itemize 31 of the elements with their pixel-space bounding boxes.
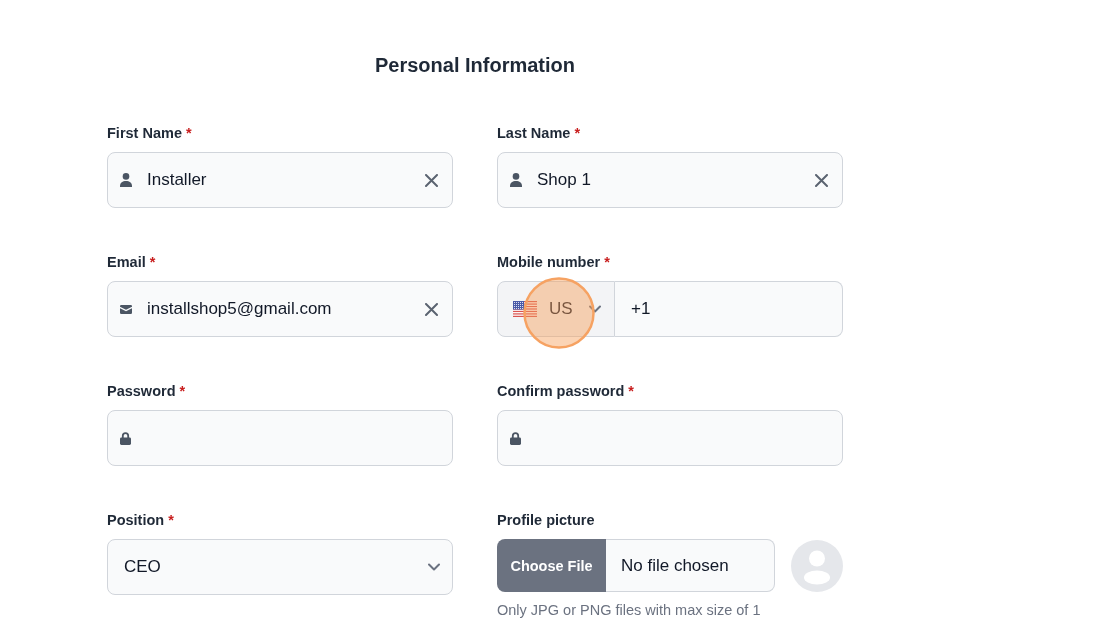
field-label: Password *	[107, 382, 186, 401]
envelope-icon	[120, 304, 132, 314]
password-field[interactable]	[497, 410, 843, 466]
chevron-down-icon	[588, 305, 601, 313]
field-label: Profile picture	[497, 511, 595, 530]
text-field[interactable]: Shop 1	[497, 152, 843, 208]
close-icon[interactable]	[815, 173, 828, 187]
field-label: Confirm password *	[497, 382, 634, 401]
avatar-placeholder-icon	[791, 539, 843, 592]
file-name-field: No file chosen	[606, 539, 775, 592]
lock-icon	[120, 431, 131, 445]
lock-icon	[510, 431, 521, 445]
email-field[interactable]: installshop5@gmail.com	[107, 281, 453, 337]
field-label: Last Name *	[497, 124, 581, 143]
dropdown[interactable]: CEO	[107, 539, 453, 595]
help-text: Only JPG or PNG files with max size of 1	[497, 601, 761, 620]
password-field[interactable]	[107, 410, 453, 466]
person-icon	[510, 173, 522, 187]
field-label: Mobile number *	[497, 253, 610, 272]
field-label: Position *	[107, 511, 174, 530]
phone-input[interactable]: +1	[615, 281, 843, 337]
field-label: Email *	[107, 253, 156, 272]
field-label: First Name *	[107, 124, 192, 143]
choose-file-button[interactable]: Choose File	[497, 539, 606, 592]
flag-icon	[513, 301, 537, 317]
person-icon	[120, 173, 132, 187]
close-icon[interactable]	[425, 173, 438, 187]
form-title: Personal Information	[375, 53, 575, 78]
close-icon[interactable]	[425, 302, 438, 316]
text-field[interactable]: Installer	[107, 152, 453, 208]
chevron-down-icon	[428, 563, 440, 571]
